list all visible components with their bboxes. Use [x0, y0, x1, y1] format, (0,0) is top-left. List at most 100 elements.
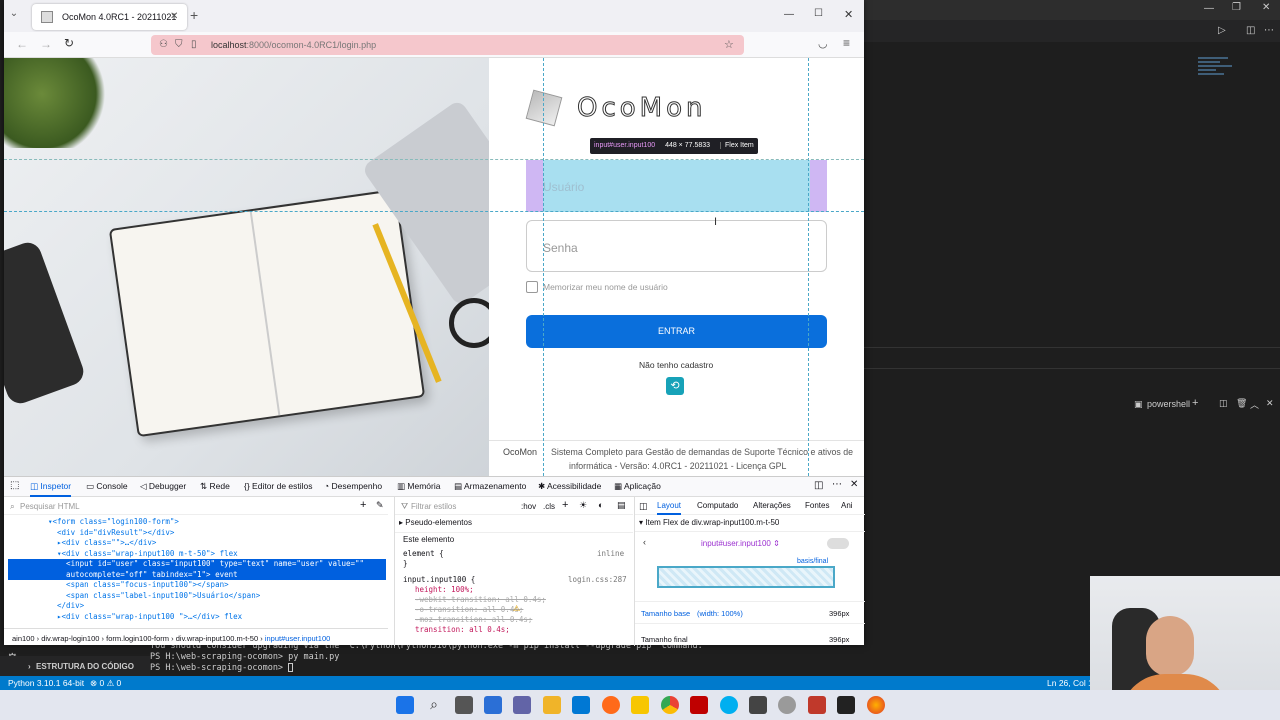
task-view-icon[interactable] — [455, 696, 473, 714]
close-devtools-icon[interactable]: ✕ — [850, 479, 858, 490]
close-icon[interactable]: ✕ — [1262, 2, 1270, 13]
flex-item-selector[interactable]: input#user.input100 ⇕ — [701, 539, 780, 548]
css-property[interactable]: -webkit-transition: all 0.4s; — [415, 595, 546, 604]
search-icon[interactable]: ⌕ — [425, 696, 443, 714]
close-icon[interactable]: ✕ — [844, 8, 853, 21]
back-icon[interactable]: ← — [16, 37, 28, 51]
tab-debugger[interactable]: ◁ Debugger — [140, 481, 186, 492]
register-icon[interactable]: ⟲ — [666, 377, 684, 395]
tab-aplicacao[interactable]: ▦ Aplicação — [614, 481, 661, 492]
tab-armazenamento[interactable]: ▤ Armazenamento — [454, 481, 526, 492]
terminal-name[interactable]: powershell — [1147, 399, 1190, 409]
url-bar[interactable]: ⚇ ⛉ ▯ localhost:8000/ocomon-4.0RC1/login… — [151, 35, 744, 55]
rule-source[interactable]: login.css:287 — [568, 575, 627, 584]
close-panel-icon[interactable]: ✕ — [1266, 398, 1274, 409]
remember-checkbox[interactable] — [526, 281, 538, 293]
breadcrumb-item[interactable]: form.login100-form — [106, 634, 169, 643]
sticky-icon[interactable] — [631, 696, 649, 714]
html-search-input[interactable]: Pesquisar HTML — [20, 502, 80, 511]
more-icon[interactable]: ⋯ — [832, 479, 842, 490]
css-property[interactable]: -o-transition: all 0.4s; — [415, 605, 523, 614]
css-property[interactable]: height: 100%; — [415, 585, 474, 594]
pocket-icon[interactable]: ◡ — [818, 37, 828, 50]
tab-computado[interactable]: Computado — [697, 501, 738, 510]
html-line[interactable]: </div> — [8, 601, 386, 612]
flex-item-section[interactable]: ▾ Item Flex de div.wrap-input100.m-t-50 — [639, 518, 779, 527]
more-icon[interactable]: ⋯ — [1264, 25, 1274, 36]
terminal-app-icon[interactable] — [837, 696, 855, 714]
menu-icon[interactable]: ≡ — [843, 36, 850, 50]
element-rule[interactable]: element { — [403, 549, 444, 558]
html-line[interactable]: ▸<div class="wrap-input100 ">…</div> fle… — [8, 612, 386, 623]
trash-icon[interactable]: 🗑 — [1236, 398, 1247, 409]
tab-list-icon[interactable]: ⌄ — [4, 8, 24, 24]
html-line[interactable]: <div id="divResult"></div> — [8, 528, 386, 539]
app-icon[interactable] — [778, 696, 796, 714]
split-terminal-icon[interactable]: ◫ — [1219, 398, 1228, 409]
pseudo-elements-toggle[interactable]: ▸ Pseudo-elementos — [399, 518, 472, 527]
pick-element-icon[interactable]: ⬚ — [10, 480, 19, 491]
filezilla-icon[interactable] — [690, 696, 708, 714]
html-line[interactable]: ▸<div class="">…</div> — [8, 538, 386, 549]
light-mode-icon[interactable]: ☀ — [579, 500, 587, 511]
back-icon[interactable]: ‹ — [643, 537, 646, 547]
tab-ocomon[interactable]: OcoMon 4.0RC1 - 20211021 ✕ — [32, 4, 187, 30]
minimize-icon[interactable]: — — [784, 9, 794, 20]
new-tab-icon[interactable]: + — [190, 7, 198, 23]
maximize-icon[interactable]: ☐ — [814, 8, 823, 19]
start-icon[interactable] — [396, 696, 414, 714]
minimize-icon[interactable]: — — [1204, 3, 1214, 14]
skype-icon[interactable] — [720, 696, 738, 714]
app-icon[interactable] — [808, 696, 826, 714]
print-icon[interactable]: ▤ — [617, 500, 626, 511]
tab-inspetor[interactable]: ◫ Inspetor — [30, 481, 72, 497]
cls-toggle[interactable]: .cls — [543, 502, 555, 511]
terminal-output[interactable]: You should consider upgrading via the 'C… — [150, 641, 1130, 675]
tab-desempenho[interactable]: ◔ Desempenho — [324, 481, 382, 491]
tab-animacoes[interactable]: Ani — [841, 501, 853, 510]
tab-fontes[interactable]: Fontes — [805, 501, 829, 510]
new-terminal-icon[interactable]: + — [1192, 397, 1198, 409]
css-property[interactable]: -moz-transition: all 0.4s; — [415, 615, 532, 624]
css-property[interactable]: transition: all 0.4s; — [415, 625, 510, 634]
file-explorer-icon[interactable] — [543, 696, 561, 714]
close-tab-icon[interactable]: ✕ — [170, 11, 178, 22]
add-rule-icon[interactable]: + — [562, 499, 568, 511]
tab-layout[interactable]: Layout — [657, 501, 682, 515]
tab-acessibilidade[interactable]: ✱ Acessibilidade — [538, 481, 601, 492]
dock-icon[interactable]: ◫ — [814, 480, 823, 491]
dark-mode-icon[interactable]: ◐ — [598, 500, 603, 510]
postman-icon[interactable] — [602, 696, 620, 714]
html-line[interactable]: <span class="focus-input100"></span> — [8, 580, 386, 591]
html-line[interactable]: ▾<form class="login100-form"> — [8, 517, 386, 528]
login-button[interactable]: ENTRAR — [526, 315, 827, 348]
highlight-toggle[interactable] — [827, 538, 849, 549]
shield-icon[interactable]: ⛉ — [175, 39, 183, 50]
filter-styles-input[interactable]: Filtrar estilos — [411, 502, 456, 511]
tab-alteracoes[interactable]: Alterações — [753, 501, 791, 510]
eyedropper-icon[interactable]: ✎ — [376, 500, 384, 511]
breadcrumb-item[interactable]: div.wrap-input100.m-t-50 — [176, 634, 258, 643]
vscode-icon[interactable] — [572, 696, 590, 714]
html-line[interactable]: ▾<div class="wrap-input100 m-t-50"> flex — [8, 549, 386, 560]
no-account-link[interactable]: Não tenho cadastro — [639, 360, 713, 370]
rule-selector[interactable]: input.input100 { — [403, 575, 475, 584]
add-node-icon[interactable]: + — [360, 499, 366, 511]
tab-rede[interactable]: ⇅ Rede — [200, 481, 230, 492]
maximize-panel-icon[interactable]: ︿ — [1250, 398, 1259, 411]
minimap[interactable] — [1198, 55, 1238, 95]
breadcrumb-item[interactable]: input#user.input100 — [265, 634, 330, 643]
bookmark-star-icon[interactable]: ☆ — [724, 38, 734, 51]
restore-icon[interactable]: ❐ — [1232, 2, 1241, 13]
tab-editor-estilos[interactable]: {} Editor de estilos — [244, 481, 313, 491]
snipping-icon[interactable] — [749, 696, 767, 714]
hov-toggle[interactable]: :hov — [521, 502, 536, 511]
html-line-selected[interactable]: autocomplete="off" tabindex="1"> event — [8, 569, 386, 580]
split-editor-icon[interactable]: ◫ — [1246, 25, 1255, 36]
chrome-icon[interactable] — [661, 696, 679, 714]
tab-memoria[interactable]: ▥ Memória — [397, 481, 440, 492]
breadcrumb-item[interactable]: ain100 — [12, 634, 35, 643]
tab-console[interactable]: ▭ Console — [86, 481, 128, 492]
user-input[interactable]: Usuário — [543, 160, 810, 212]
chat-icon[interactable] — [513, 696, 531, 714]
